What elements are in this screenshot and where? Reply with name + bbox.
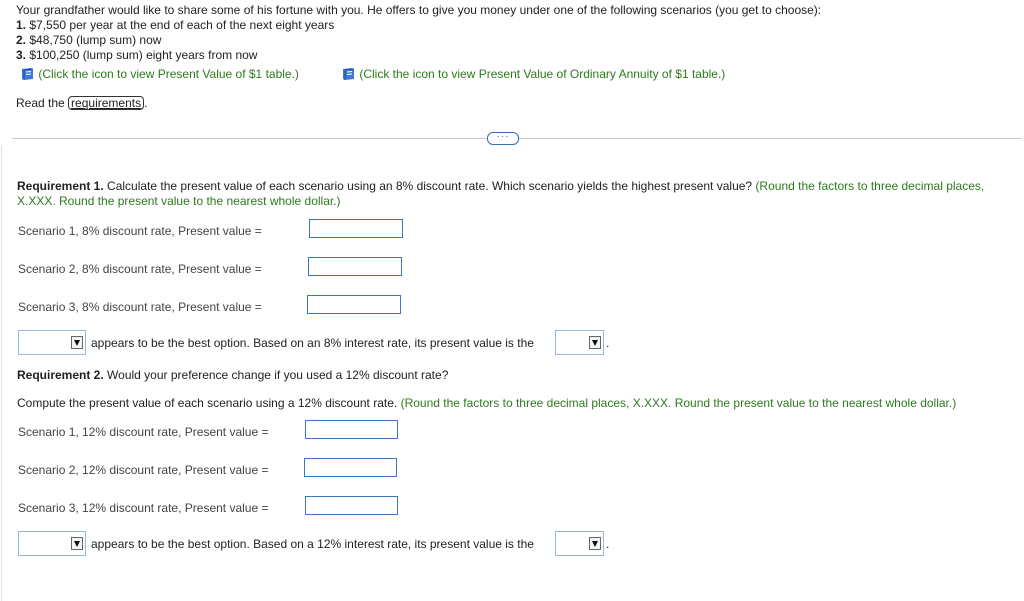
scenario-1-number: 1.	[16, 18, 27, 32]
pv-table-link[interactable]: (Click the icon to view Present Value of…	[20, 67, 299, 81]
req1-note: (Round the factors to three decimal plac…	[752, 179, 985, 193]
read-suffix: .	[144, 96, 148, 110]
req2-note: (Round the factors to three decimal plac…	[397, 396, 957, 410]
chevron-down-icon[interactable]	[589, 336, 601, 349]
scenario-3-number: 3.	[16, 48, 27, 62]
more-button[interactable]: ···	[487, 132, 519, 145]
req1-answer-text: appears to be the best option. Based on …	[91, 336, 534, 350]
scenario-1: 1. $7,550 per year at the end of each of…	[16, 18, 334, 32]
req2-scenario-1-label: Scenario 1, 12% discount rate, Present v…	[18, 425, 269, 439]
req2-title: Requirement 2.	[17, 368, 104, 382]
req2-scenario-2-label: Scenario 2, 12% discount rate, Present v…	[18, 463, 269, 477]
req2-answer-end: .	[606, 537, 610, 551]
book-icon[interactable]	[341, 67, 356, 81]
req1-title: Requirement 1.	[17, 179, 104, 193]
req1-text: Calculate the present value of each scen…	[103, 179, 753, 193]
req2-scenario-2-input[interactable]	[304, 458, 397, 477]
req1-best-option-dropdown[interactable]	[18, 330, 86, 355]
req1-scenario-1-label: Scenario 1, 8% discount rate, Present va…	[18, 224, 262, 238]
chevron-down-icon[interactable]	[71, 537, 83, 550]
req2-answer-text: appears to be the best option. Based on …	[91, 537, 534, 551]
requirements-link[interactable]: requirements	[68, 96, 145, 110]
req2-comparison-dropdown[interactable]	[555, 531, 604, 556]
chevron-down-icon[interactable]	[589, 537, 601, 550]
scenario-3: 3. $100,250 (lump sum) eight years from …	[16, 48, 257, 62]
req2-scenario-3-input[interactable]	[305, 496, 398, 515]
scenario-2: 2. $48,750 (lump sum) now	[16, 33, 161, 47]
req1-answer-end: .	[606, 336, 610, 350]
req1-scenario-1-input[interactable]	[309, 219, 403, 238]
pv-table-link-text[interactable]: (Click the icon to view Present Value of…	[38, 67, 299, 81]
read-prefix: Read the	[16, 96, 65, 110]
req1-comparison-dropdown[interactable]	[555, 330, 604, 355]
req2-scenario-3-label: Scenario 3, 12% discount rate, Present v…	[18, 501, 269, 515]
req2-best-option-dropdown[interactable]	[18, 531, 86, 556]
req1-scenario-3-input[interactable]	[307, 295, 401, 314]
scenario-2-text: $48,750 (lump sum) now	[29, 33, 162, 47]
question-text: Your grandfather would like to share som…	[16, 3, 822, 17]
scenario-2-number: 2.	[16, 33, 27, 47]
req1-scenario-2-label: Scenario 2, 8% discount rate, Present va…	[18, 262, 262, 276]
read-requirements: Read the requirements.	[16, 96, 147, 110]
scenario-1-text: $7,550 per year at the end of each of th…	[29, 18, 335, 32]
req2-scenario-1-input[interactable]	[305, 420, 398, 439]
req1-prompt: Requirement 1. Calculate the present val…	[17, 179, 984, 193]
req2-prompt: Requirement 2. Would your preference cha…	[17, 368, 448, 382]
pv-annuity-table-link[interactable]: (Click the icon to view Present Value of…	[341, 67, 725, 81]
req1-note-2: X.XXX. Round the present value to the ne…	[17, 194, 341, 208]
req2-compute: Compute the present value of each scenar…	[17, 396, 956, 410]
chevron-down-icon[interactable]	[71, 336, 83, 349]
req2-text: Would your preference change if you used…	[103, 368, 449, 382]
req1-scenario-2-input[interactable]	[308, 257, 402, 276]
left-rule	[1, 145, 2, 601]
req1-scenario-3-label: Scenario 3, 8% discount rate, Present va…	[18, 300, 262, 314]
pv-annuity-table-link-text[interactable]: (Click the icon to view Present Value of…	[359, 67, 725, 81]
book-icon[interactable]	[20, 67, 35, 81]
scenario-3-text: $100,250 (lump sum) eight years from now	[29, 48, 258, 62]
req2-compute-text: Compute the present value of each scenar…	[17, 396, 398, 410]
